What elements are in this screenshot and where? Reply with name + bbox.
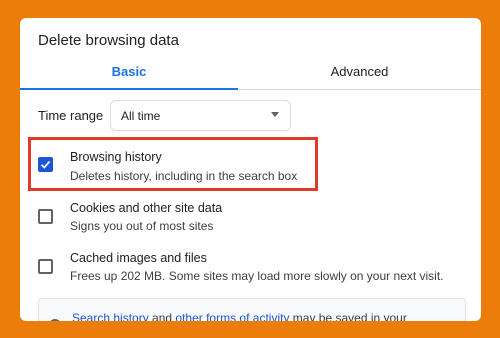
- delete-browsing-data-dialog: Delete browsing data Basic Advanced Time…: [20, 18, 481, 321]
- cached-images-title: Cached images and files: [70, 251, 207, 265]
- tab-bar: Basic Advanced: [20, 60, 481, 90]
- dialog-title: Delete browsing data: [38, 32, 179, 49]
- search-history-link[interactable]: Search history: [72, 311, 149, 321]
- cached-images-checkbox[interactable]: [38, 259, 53, 274]
- activity-info-box: Search history and other forms of activi…: [38, 298, 466, 321]
- cookies-checkbox[interactable]: [38, 209, 53, 224]
- highlight-box: [28, 137, 318, 191]
- cookies-subtitle: Signs you out of most sites: [70, 219, 214, 233]
- tab-basic[interactable]: Basic: [20, 60, 238, 89]
- chevron-down-icon: [271, 112, 279, 117]
- info-icon: [49, 319, 61, 321]
- cached-images-subtitle: Frees up 202 MB. Some sites may load mor…: [70, 269, 444, 283]
- time-range-value: All time: [121, 109, 161, 123]
- time-range-select[interactable]: All time: [110, 100, 291, 131]
- tab-advanced[interactable]: Advanced: [238, 60, 481, 89]
- time-range-label: Time range: [38, 108, 104, 123]
- info-text: Search history and other forms of activi…: [72, 311, 407, 321]
- other-activity-link[interactable]: other forms of activity: [175, 311, 289, 321]
- cookies-title: Cookies and other site data: [70, 201, 223, 215]
- active-tab-indicator: [20, 88, 238, 90]
- info-text-part2: may be saved in your: [289, 311, 407, 321]
- info-text-part1: and: [148, 311, 176, 321]
